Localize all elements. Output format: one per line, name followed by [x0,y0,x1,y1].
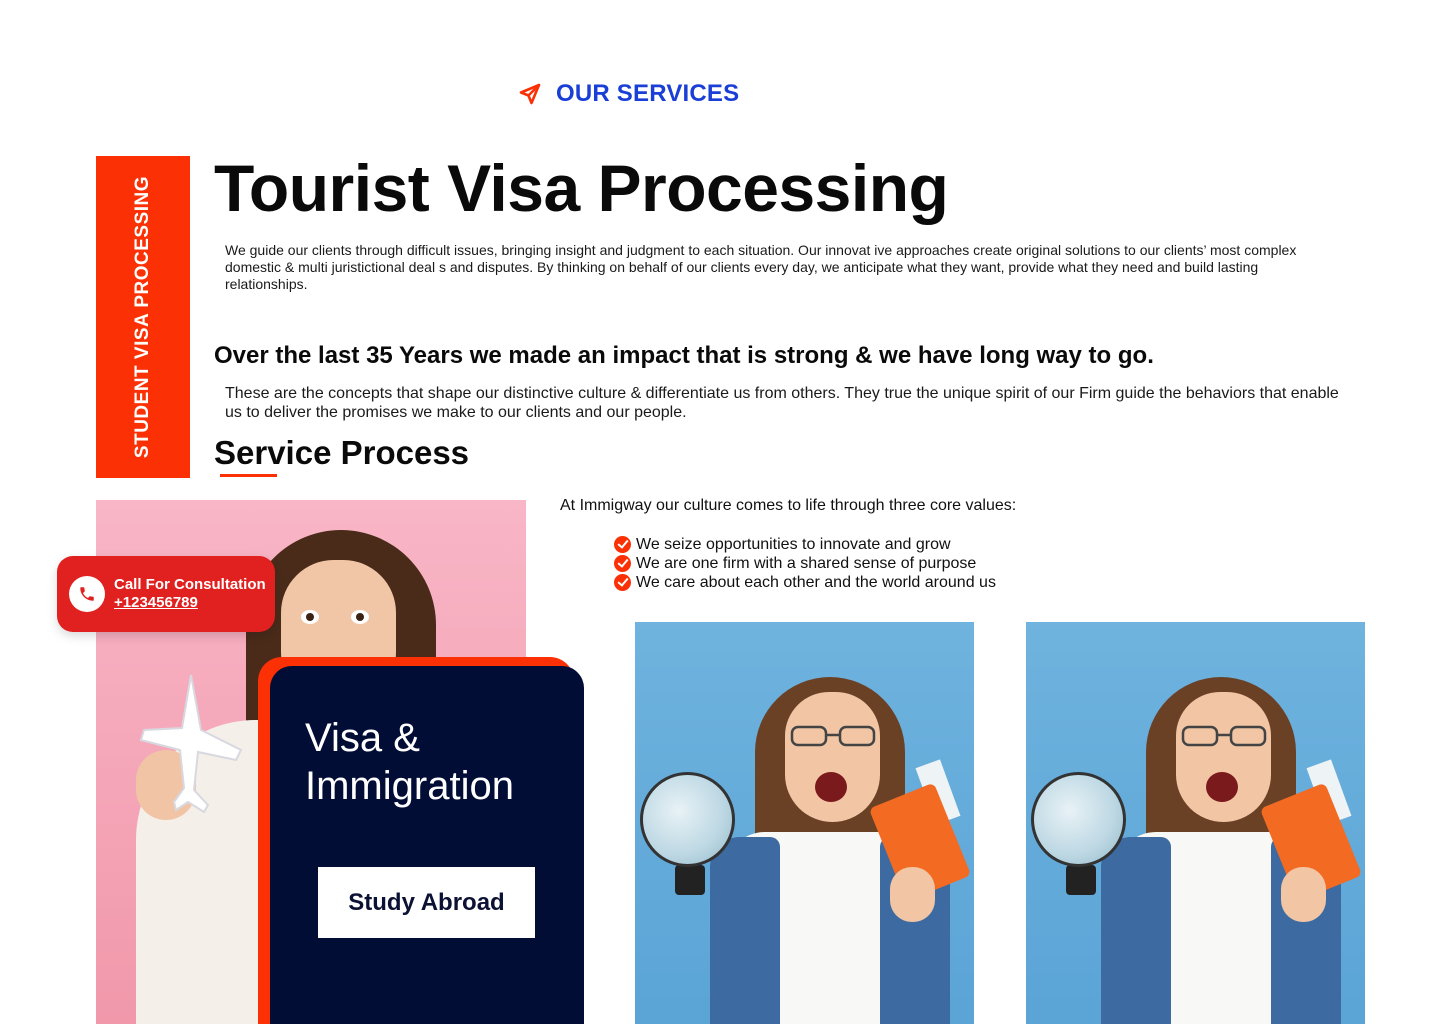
visa-immigration-card: Visa & Immigration Study Abroad [270,666,584,1024]
page-title: Tourist Visa Processing [214,151,949,225]
value-text: We care about each other and the world a… [636,574,996,591]
list-item: We care about each other and the world a… [614,573,996,592]
visa-card-title: Visa & Immigration [305,714,514,810]
services-page: OUR SERVICES STUDENT VISA PROCESSING Tou… [0,0,1440,1024]
study-abroad-button[interactable]: Study Abroad [318,867,535,938]
call-consultation-card[interactable]: Call For Consultation +123456789 [57,556,275,632]
impact-heading: Over the last 35 Years we made an impact… [214,342,1154,369]
impact-paragraph: These are the concepts that shape our di… [225,385,1339,421]
globe-icon [1031,772,1126,867]
side-banner: STUDENT VISA PROCESSING [96,156,190,478]
call-label: Call For Consultation [114,576,266,593]
check-icon [614,574,631,591]
eyebrow-label: OUR SERVICES [556,80,740,107]
heading-underline [220,474,277,477]
value-text: We seize opportunities to innovate and g… [636,536,951,553]
student-with-globe-photo [635,622,974,1024]
section-eyebrow: OUR SERVICES [518,80,739,108]
visa-title-line: Visa & [305,716,420,760]
send-arrow-icon [519,83,541,105]
core-values-list: We seize opportunities to innovate and g… [614,535,996,592]
list-item: We seize opportunities to innovate and g… [614,535,996,554]
intro-paragraph: We guide our clients through difficult i… [225,242,1297,292]
globe-icon [640,772,735,867]
check-icon [614,555,631,572]
value-text: We are one firm with a shared sense of p… [636,555,977,572]
service-process-heading: Service Process [214,434,470,471]
visa-title-line: Immigration [305,764,514,808]
check-icon [614,536,631,553]
side-banner-label: STUDENT VISA PROCESSING [132,175,153,459]
values-intro: At Immigway our culture comes to life th… [560,497,1017,514]
paper-plane-icon [139,674,243,814]
student-with-globe-photo [1026,622,1365,1024]
call-phone-link[interactable]: +123456789 [114,594,198,611]
list-item: We are one firm with a shared sense of p… [614,554,996,573]
phone-icon [69,576,105,612]
